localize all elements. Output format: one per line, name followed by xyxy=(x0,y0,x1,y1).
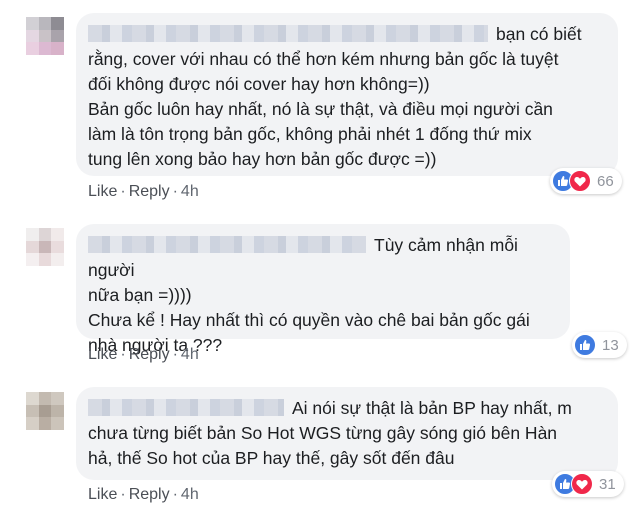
avatar[interactable] xyxy=(26,228,64,266)
love-icon xyxy=(571,473,593,495)
like-icon xyxy=(574,334,596,356)
reply-link[interactable]: Reply xyxy=(129,183,170,200)
commenter-name[interactable] xyxy=(88,399,284,416)
comment-text-line: đối không được nói cover hay hơn không=)… xyxy=(88,74,430,94)
reaction-count: 66 xyxy=(597,172,614,190)
comment-bubble: Tùy cảm nhận mỗi người nữa bạn =)))) Chư… xyxy=(76,224,570,355)
commenter-name[interactable] xyxy=(88,25,488,42)
comment-text-line: làm là tôn trọng bản gốc, không phải nhé… xyxy=(88,124,532,144)
timestamp[interactable]: 4h xyxy=(181,486,199,503)
like-link[interactable]: Like xyxy=(88,486,117,503)
comment-text-line: Bản gốc luôn hay nhất, nó là sự thật, và… xyxy=(88,99,553,119)
comment-bubble: bạn có biết rằng, cover với nhau có thể … xyxy=(76,13,618,176)
comment-text-line: Ai nói sự thật là bản BP hay nhất, m xyxy=(292,398,572,418)
comment-text-line: Chưa kể ! Hay nhất thì có quyền vào chê … xyxy=(88,310,530,330)
like-link[interactable]: Like xyxy=(88,346,117,363)
reaction-count: 13 xyxy=(602,336,619,354)
comment-actions: Like · Reply · 4h xyxy=(88,486,199,503)
like-link[interactable]: Like xyxy=(88,183,117,200)
reaction-summary[interactable]: 13 xyxy=(572,332,627,358)
reaction-count: 31 xyxy=(599,475,616,493)
comment-text-line: tung lên xong bảo hay hơn bản gốc được =… xyxy=(88,149,437,169)
reaction-summary[interactable]: 66 xyxy=(550,168,622,194)
comment-text-line: chưa từng biết bản So Hot WGS từng gây s… xyxy=(88,423,558,443)
love-icon xyxy=(569,170,591,192)
reply-link[interactable]: Reply xyxy=(129,486,170,503)
timestamp[interactable]: 4h xyxy=(181,183,199,200)
reaction-summary[interactable]: 31 xyxy=(552,471,624,497)
comment-bubble: Ai nói sự thật là bản BP hay nhất, m chư… xyxy=(76,387,618,480)
comment-text-line: nữa bạn =)))) xyxy=(88,285,192,305)
timestamp[interactable]: 4h xyxy=(181,346,199,363)
avatar[interactable] xyxy=(26,392,64,430)
comment-actions: Like · Reply · 4h xyxy=(88,346,199,363)
comment-text-line: hả, thế So hot của BP hay thế, gây sốt đ… xyxy=(88,448,455,468)
commenter-name[interactable] xyxy=(88,236,366,253)
comment-text-line: bạn có biết xyxy=(496,24,582,44)
comment-text-line: rằng, cover với nhau có thể hơn kém nhưn… xyxy=(88,49,559,69)
comment-actions: Like · Reply · 4h xyxy=(88,183,199,200)
avatar[interactable] xyxy=(26,17,64,55)
reply-link[interactable]: Reply xyxy=(129,346,170,363)
